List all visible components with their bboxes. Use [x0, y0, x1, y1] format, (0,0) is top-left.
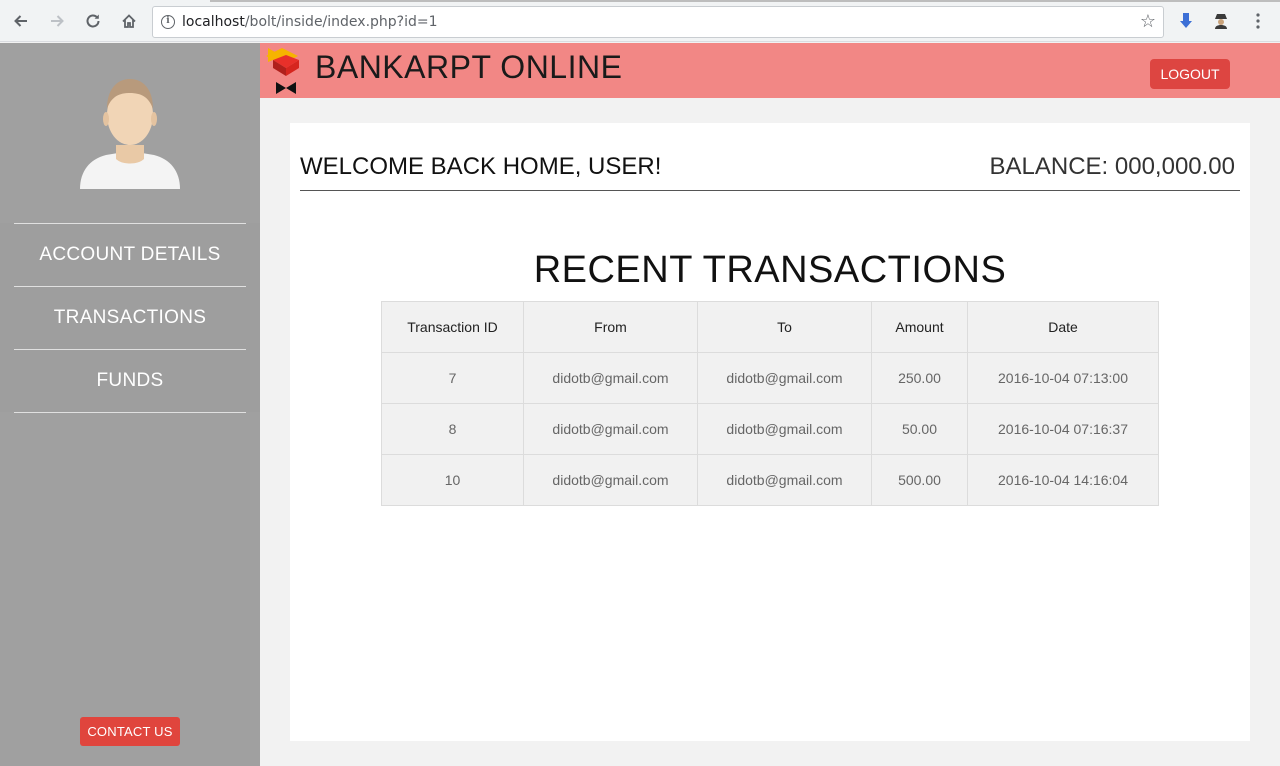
forward-arrow-icon[interactable] — [46, 10, 68, 32]
table-row: 7 didotb@gmail.com didotb@gmail.com 250.… — [381, 352, 1159, 404]
user-avatar — [76, 73, 184, 193]
table-cell: didotb@gmail.com — [523, 454, 698, 506]
bookmark-star-icon[interactable]: ☆ — [1140, 11, 1156, 32]
url-text: localhost/bolt/inside/index.php?id=1 — [182, 14, 438, 30]
url-host: localhost — [182, 14, 245, 30]
column-header: To — [697, 301, 872, 353]
table-cell: 50.00 — [871, 403, 968, 455]
column-header: From — [523, 301, 698, 353]
back-arrow-icon[interactable] — [10, 10, 32, 32]
address-bar[interactable]: i localhost/bolt/inside/index.php?id=1 ☆ — [152, 6, 1164, 38]
header-divider — [300, 190, 1240, 191]
brand-title: BANKARPT ONLINE — [315, 49, 623, 85]
sidebar-divider — [14, 412, 246, 413]
tab-strip-edge — [210, 0, 1280, 2]
sidebar-nav: ACCOUNT DETAILS TRANSACTIONS FUNDS — [0, 223, 260, 413]
column-header: Amount — [871, 301, 968, 353]
column-header: Transaction ID — [381, 301, 524, 353]
balance-display: BALANCE: 000,000.00 — [989, 153, 1236, 180]
table-row: 8 didotb@gmail.com didotb@gmail.com 50.0… — [381, 403, 1159, 455]
logout-button[interactable]: LOGOUT — [1150, 59, 1230, 89]
site-header: BANKARPT ONLINE LOGOUT — [260, 43, 1280, 98]
table-cell: 7 — [381, 352, 524, 404]
home-icon[interactable] — [118, 10, 140, 32]
table-cell: 250.00 — [871, 352, 968, 404]
table-cell: didotb@gmail.com — [523, 352, 698, 404]
sidebar-item-transactions[interactable]: TRANSACTIONS — [0, 286, 260, 349]
extension-incognito-icon[interactable] — [1212, 12, 1230, 30]
column-header: Date — [967, 301, 1159, 353]
table-cell: 10 — [381, 454, 524, 506]
table-cell: 2016-10-04 07:13:00 — [967, 352, 1159, 404]
table-cell: didotb@gmail.com — [697, 403, 872, 455]
table-cell: 500.00 — [871, 454, 968, 506]
browser-toolbar: i localhost/bolt/inside/index.php?id=1 ☆ — [0, 0, 1280, 42]
table-cell: 8 — [381, 403, 524, 455]
transactions-table: Transaction ID From To Amount Date 7 did… — [381, 301, 1159, 506]
section-title: RECENT TRANSACTIONS — [533, 249, 1007, 291]
info-icon[interactable]: i — [161, 15, 175, 29]
sidebar-item-label: FUNDS — [96, 370, 164, 391]
table-cell: didotb@gmail.com — [697, 352, 872, 404]
table-cell: 2016-10-04 07:16:37 — [967, 403, 1159, 455]
sidebar-item-label: ACCOUNT DETAILS — [39, 244, 221, 265]
table-cell: didotb@gmail.com — [523, 403, 698, 455]
reload-icon[interactable] — [82, 10, 104, 32]
bank-logo-icon — [264, 46, 306, 94]
welcome-heading: WELCOME BACK HOME, USER! — [300, 153, 662, 180]
sidebar: ACCOUNT DETAILS TRANSACTIONS FUNDS CONTA… — [0, 43, 260, 766]
sidebar-item-funds[interactable]: FUNDS — [0, 349, 260, 412]
main-content: WELCOME BACK HOME, USER! BALANCE: 000,00… — [290, 123, 1250, 741]
sidebar-item-label: TRANSACTIONS — [53, 307, 207, 328]
sidebar-item-account-details[interactable]: ACCOUNT DETAILS — [0, 223, 260, 286]
menu-kebab-icon[interactable] — [1249, 12, 1267, 30]
contact-us-button[interactable]: CONTACT US — [80, 717, 180, 746]
extension-download-icon[interactable] — [1177, 12, 1195, 30]
table-cell: didotb@gmail.com — [697, 454, 872, 506]
table-header-row: Transaction ID From To Amount Date — [381, 301, 1159, 353]
table-cell: 2016-10-04 14:16:04 — [967, 454, 1159, 506]
url-path: /bolt/inside/index.php?id=1 — [244, 14, 438, 30]
table-row: 10 didotb@gmail.com didotb@gmail.com 500… — [381, 454, 1159, 506]
